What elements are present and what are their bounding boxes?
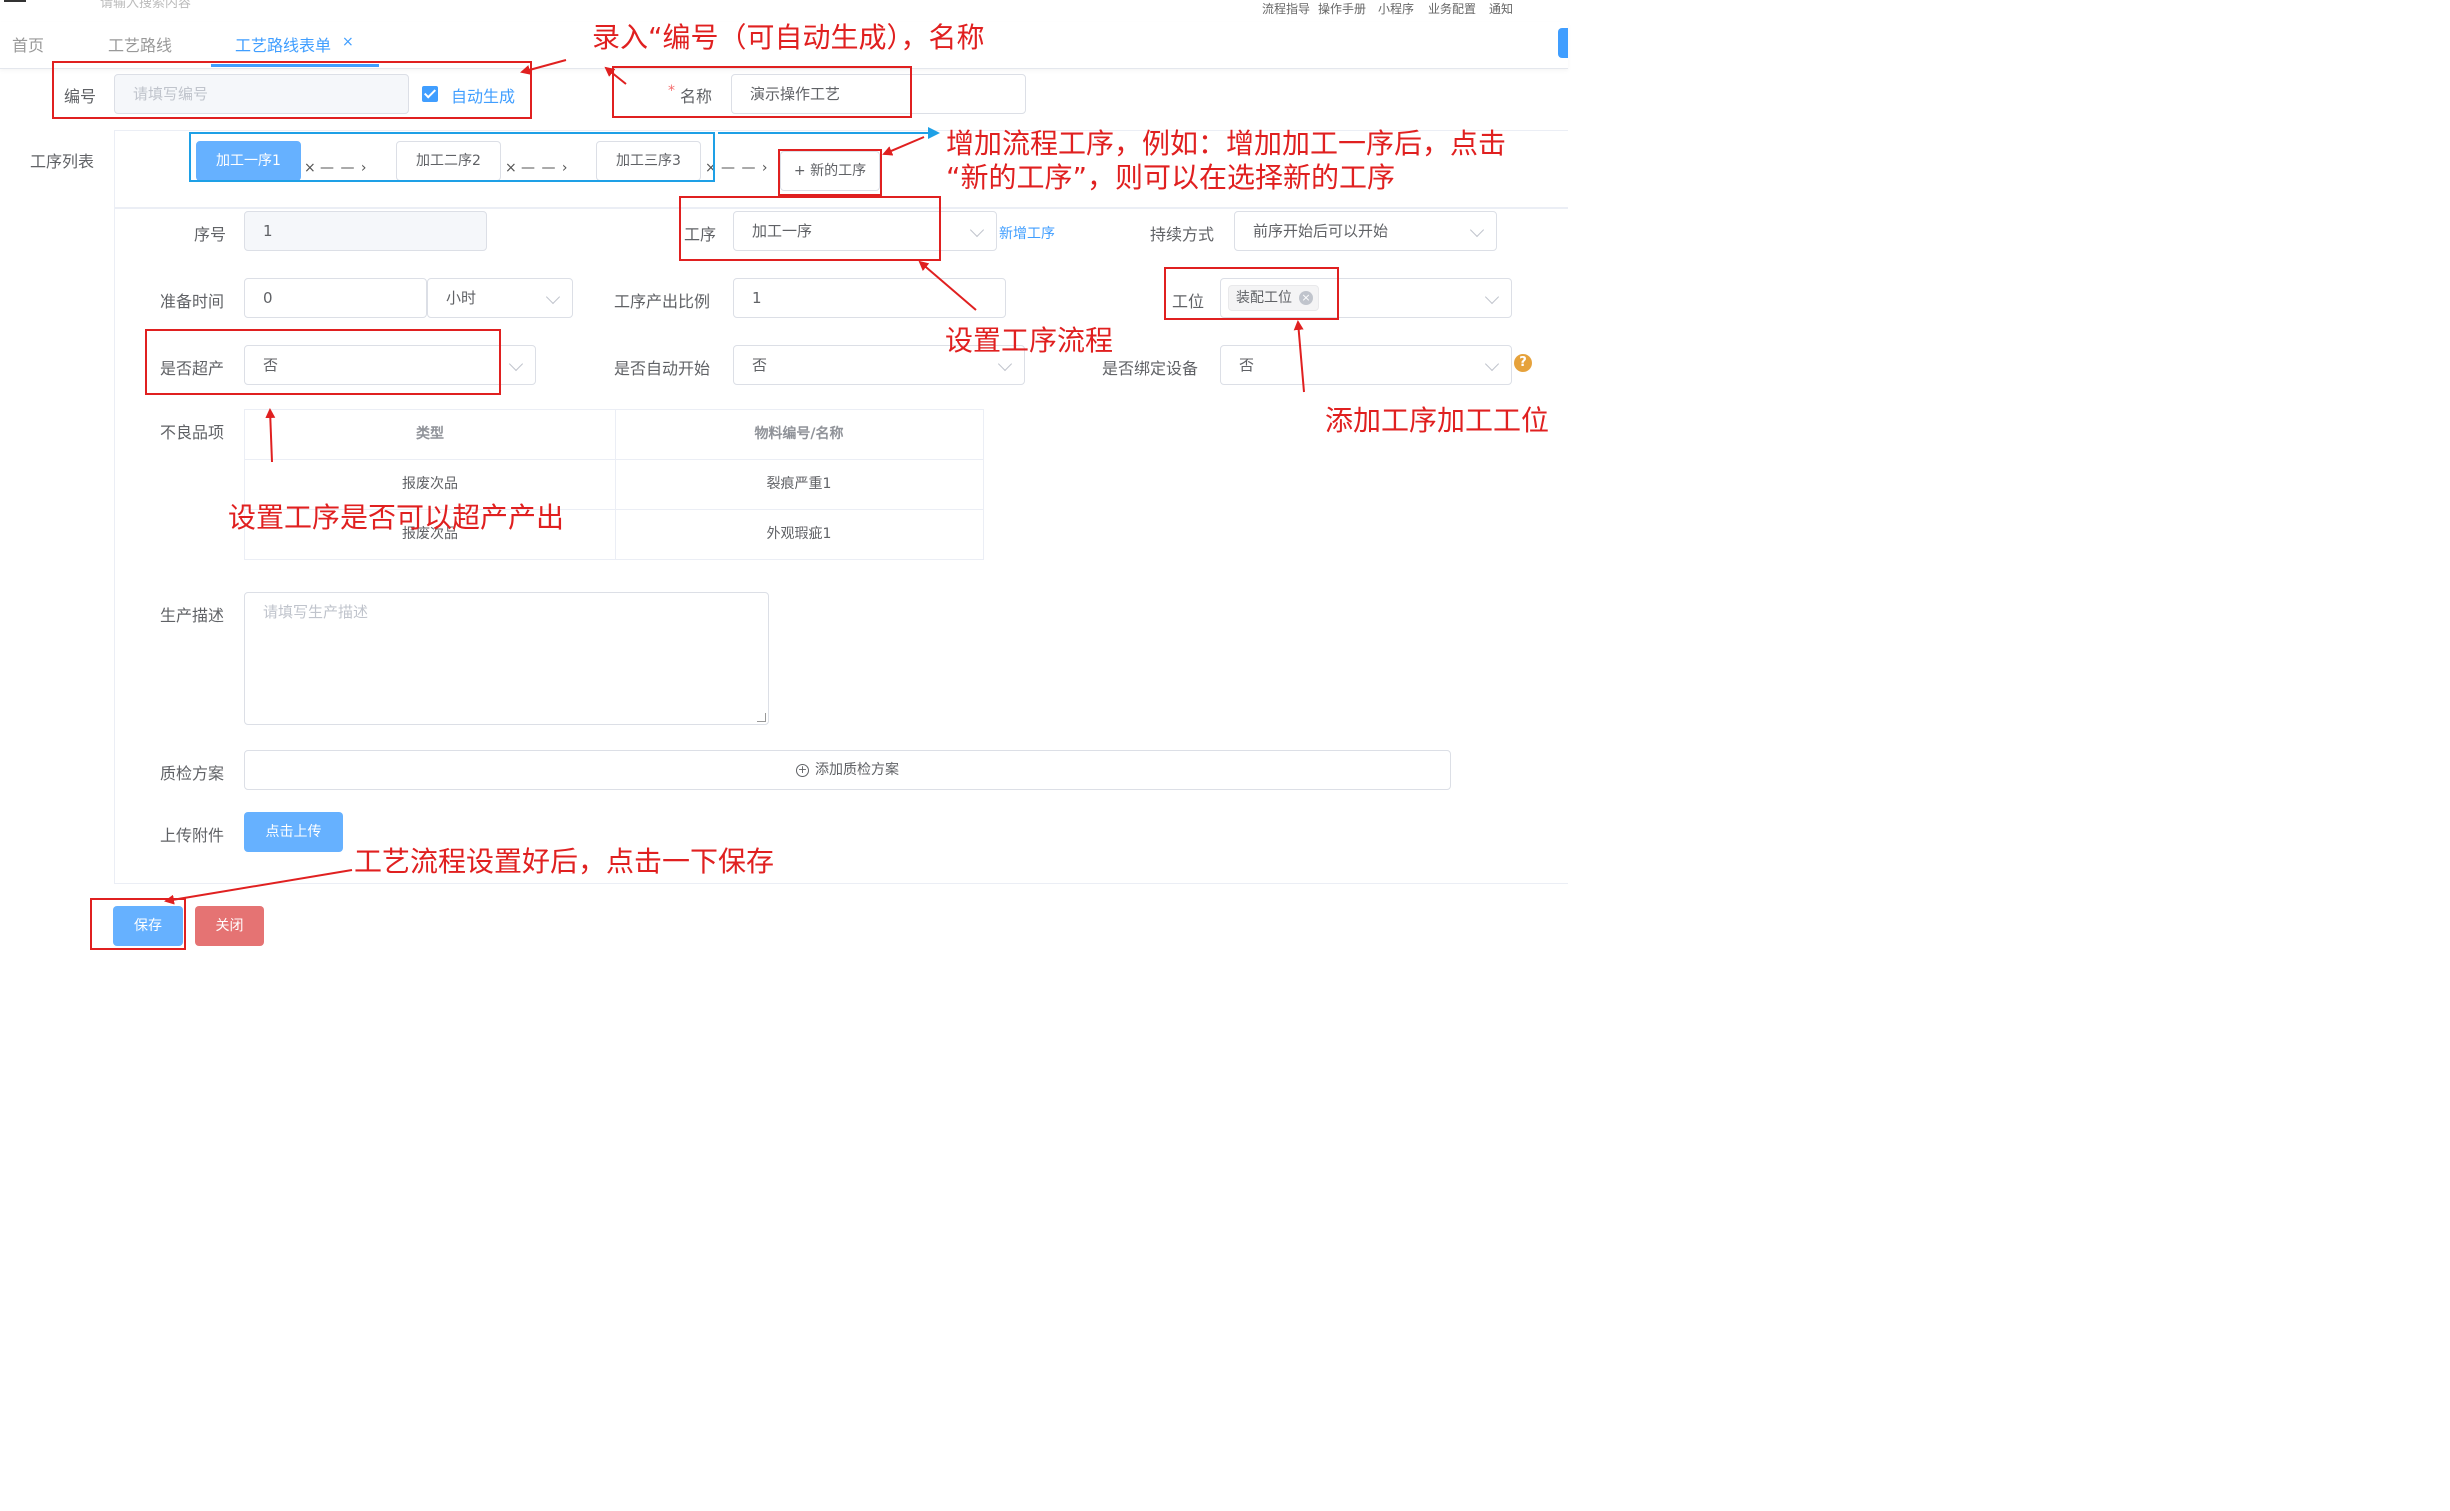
annotation-arrows <box>164 59 1305 905</box>
arrow-to-station <box>1293 320 1305 393</box>
arrow-to-save <box>164 869 353 905</box>
arrow-to-new-step <box>882 136 925 156</box>
arrow-to-name-box <box>604 66 627 85</box>
arrow-to-overproduce <box>265 408 276 463</box>
arrow-to-code-box <box>520 59 567 75</box>
arrow-to-process <box>918 260 977 311</box>
